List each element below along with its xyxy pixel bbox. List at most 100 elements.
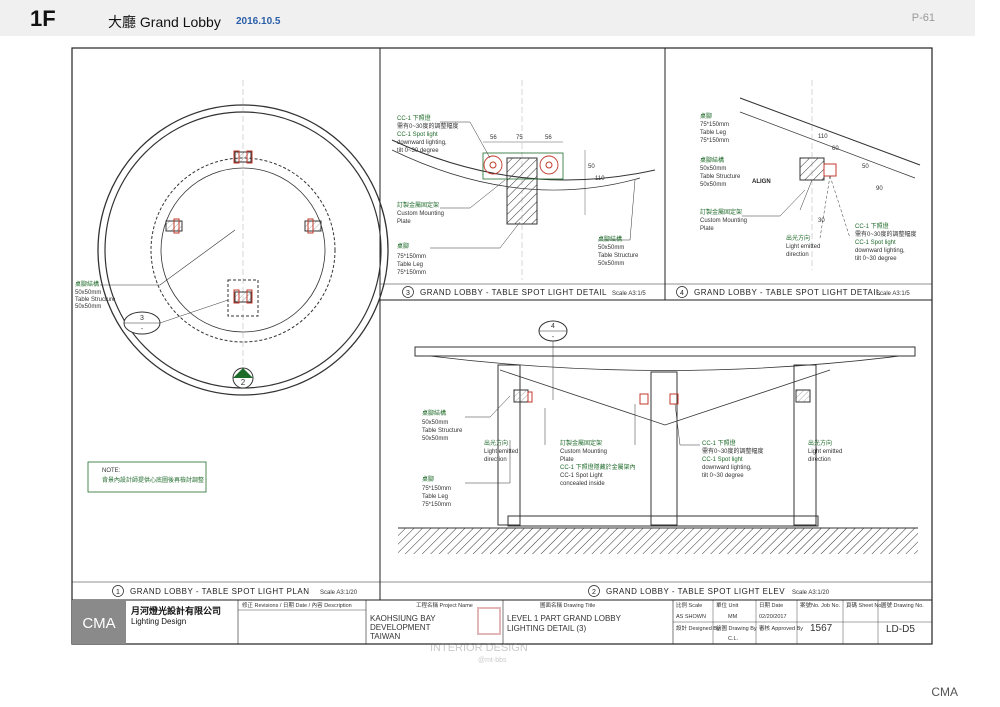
sheet-border xyxy=(71,47,933,645)
drawn-by-label: 繪圖 Drawing By xyxy=(716,624,757,632)
plan-note-title: NOTE: xyxy=(102,468,121,474)
elev-dir-en2: direction xyxy=(484,457,507,463)
drawing-sheet: 桌腳結構 50x50mm Table Structure 50x50mm 3 -… xyxy=(71,47,933,664)
date-value: 02/20/2017 xyxy=(759,614,787,620)
elev-cc1-en3: tilt 0~30 degree xyxy=(702,473,744,479)
detail-4-dim-90: 90 xyxy=(876,186,883,192)
detail-3-cc1-en3: tilt 0~30 degree xyxy=(397,148,439,154)
detail-3-mount-zh: 訂製金屬固定架 xyxy=(397,201,439,209)
plan-struct-label-1: 50x50mm xyxy=(75,290,101,296)
elev-cc1-hidden-en2: concealed inside xyxy=(560,481,605,487)
drawing-title-line-1: LEVEL 1 PART GRAND LOBBY xyxy=(507,614,622,623)
detail-3-leg-en2: Table Leg xyxy=(397,262,423,268)
job-number-label: 案號No. Job No. xyxy=(800,601,841,609)
elev-leg-zh: 桌腳 xyxy=(422,475,434,483)
project-name-line-2: DEVELOPMENT xyxy=(370,623,431,632)
detail-4-cc1-zh: CC-1 下照燈 xyxy=(855,222,889,230)
detail-4-caption-number: 4 xyxy=(680,290,684,297)
elev-cc1-zh2: 需有0~30度的調整幅度 xyxy=(702,447,764,455)
detail-4-dim-30: 30 xyxy=(818,218,825,224)
detail-4-dim-60: 60 xyxy=(832,146,839,152)
project-name-line-3: TAIWAN xyxy=(370,632,400,641)
title-block: CMA 月河燈光設計有限公司 Lighting Design 修正 Revisi… xyxy=(71,599,933,645)
detail-3-mount-en1: Custom Mounting xyxy=(397,211,444,217)
detail-3-cc1-zh2: 需有0~30度的調整幅度 xyxy=(397,122,459,130)
detail-4-table-leg xyxy=(799,157,825,181)
detail-4-struct-en2: Table Structure xyxy=(700,174,741,180)
detail-4-cc1-zh2: 需有0~30度的調整幅度 xyxy=(855,230,917,238)
detail-4-mount-en2: Plate xyxy=(700,226,714,232)
approved-by-label: 審核 Approved By xyxy=(759,624,803,632)
detail-4-cc1-en3: tilt 0~30 degree xyxy=(855,256,897,262)
detail-3-dim-56a: 56 xyxy=(490,135,497,141)
plan-scale: Scale A3:1/20 xyxy=(320,590,358,596)
detail-3-leg-en1: 75*150mm xyxy=(397,254,426,260)
table-leg-left xyxy=(165,218,183,234)
detail-4-leg-en3: 75*150mm xyxy=(700,138,729,144)
elev-dir2-en2: direction xyxy=(808,457,831,463)
detail-3-dim-56b: 56 xyxy=(545,135,552,141)
elev-struct-en1: 50x50mm xyxy=(422,420,448,426)
drawing-number-value: LD-D5 xyxy=(886,624,915,635)
detail-3-dim-110: 110 xyxy=(595,176,605,182)
detail-4-leg-en1: 75*150mm xyxy=(700,122,729,128)
detail-3-struct-zh: 桌腳結構 xyxy=(598,235,622,243)
section-marker-4-number: 4 xyxy=(551,323,555,330)
detail-4-dim-110: 110 xyxy=(818,134,828,140)
detail-3-dim-75: 75 xyxy=(516,135,523,141)
elev-caption: GRAND LOBBY - TABLE SPOT LIGHT ELEV xyxy=(606,587,785,596)
detail-3-dim-50: 50 xyxy=(588,164,595,170)
detail-4-leg-en2: Table Leg xyxy=(700,130,726,136)
plan-struct-label-2: Table Structure xyxy=(75,297,116,303)
elev-dir2-zh: 出光方向 xyxy=(808,439,832,447)
footer-brand: CMA xyxy=(931,685,958,699)
detail-4-view: 110 60 50 90 30 桌腳 75*150mm Table Leg 75… xyxy=(700,80,921,270)
detail-3-leg-en3: 75*150mm xyxy=(397,270,426,276)
elev-cc1-zh: CC-1 下照燈 xyxy=(702,439,736,447)
date-label: 日期 Date xyxy=(759,602,783,609)
detail-3-cc1-en2: downward lighting, xyxy=(397,140,447,146)
elevation-marker-2-number: 2 xyxy=(241,378,246,387)
elev-dir-en1: Light emitted xyxy=(484,449,518,455)
plan-caption: GRAND LOBBY - TABLE SPOT LIGHT PLAN xyxy=(130,587,309,596)
elevation-view: 4 - 桌腳結構 50x50mm Table Structure 50x50mm… xyxy=(398,320,918,554)
detail-4-struct-zh: 桌腳結構 xyxy=(700,156,724,164)
elev-cc1-en1: CC-1 Spot light xyxy=(702,457,743,463)
elev-struct-en3: 50x50mm xyxy=(422,436,448,442)
elev-mount-zh: 訂製金屬固定架 xyxy=(560,439,602,447)
elev-cc1-en2: downward lighting, xyxy=(702,465,752,471)
elev-struct-zh: 桌腳結構 xyxy=(422,409,446,417)
detail-4-mount-en1: Custom Mounting xyxy=(700,218,747,224)
plan-note-box xyxy=(87,461,207,493)
elev-leg-en1: 75*150mm xyxy=(422,486,451,492)
detail-3-caption: GRAND LOBBY - TABLE SPOT LIGHT DETAIL xyxy=(420,288,607,297)
scale-label: 比例 Scale xyxy=(676,601,702,609)
detail-4-dir-en1: Light emitted xyxy=(786,244,820,250)
job-number-value: 1567 xyxy=(810,623,833,634)
detail-3-leg-zh: 桌腳 xyxy=(397,242,409,250)
table-leg-top xyxy=(233,150,253,164)
elev-scale: Scale A3:1/20 xyxy=(792,590,830,596)
plan-struct-label-3: 50x50mm xyxy=(75,304,101,310)
detail-4-align: ALIGN xyxy=(752,179,771,185)
drawing-number-label: 圖號 Drawing No. xyxy=(881,601,924,609)
elev-dir2-en1: Light emitted xyxy=(808,449,842,455)
watermark-line-2: @mt-bbs xyxy=(478,657,507,664)
watermark-line-1: INTERIOR DESIGN xyxy=(430,642,528,654)
plan-struct-label-zh: 桌腳結構 xyxy=(75,280,99,288)
detail-3-table-leg xyxy=(506,157,538,225)
detail-3-struct-en1: 50x50mm xyxy=(598,245,624,251)
elev-caption-number: 2 xyxy=(592,589,596,596)
elev-leg-en2: Table Leg xyxy=(422,494,448,500)
elev-mount-en2: Plate xyxy=(560,457,574,463)
elev-cc1-hidden-zh: CC-1 下照燈隱藏於金屬架內 xyxy=(560,463,636,471)
detail-4-caption: GRAND LOBBY - TABLE SPOT LIGHT DETAIL xyxy=(694,288,881,297)
unit-value: MM xyxy=(728,614,738,620)
detail-3-cc1-en1: CC-1 Spot light xyxy=(397,132,438,138)
elev-leg-en3: 75*150mm xyxy=(422,502,451,508)
cma-logo-text: CMA xyxy=(82,615,115,632)
unit-label: 單位 Unit xyxy=(716,601,739,609)
plan-view: 桌腳結構 50x50mm Table Structure 50x50mm 3 -… xyxy=(75,80,389,493)
detail-4-leg-zh: 桌腳 xyxy=(700,112,712,120)
detail-3-scale: Scale A3:1/5 xyxy=(612,291,646,297)
